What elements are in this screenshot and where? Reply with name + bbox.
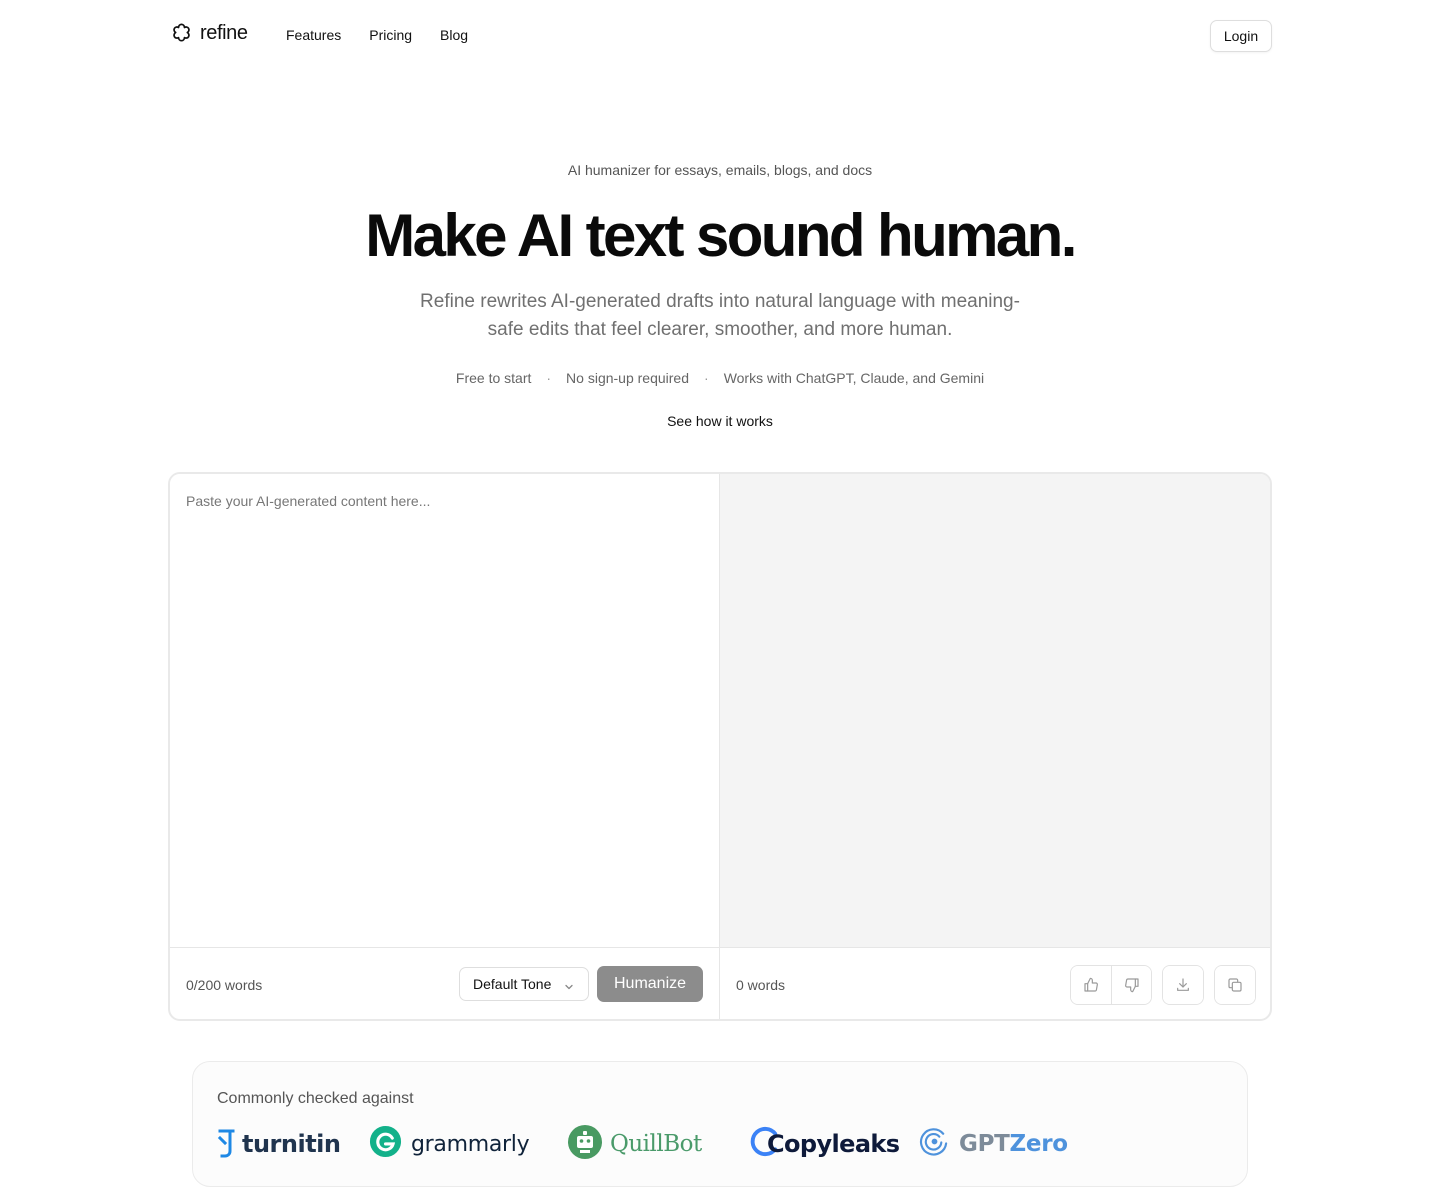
quillbot-wordmark: QuillBot [610, 1131, 702, 1157]
copyleaks-wordmark: Copyleaks [767, 1130, 900, 1158]
copy-group [1214, 965, 1256, 1005]
hero-title: Make AI text sound human. [365, 202, 1077, 269]
detector-logos: turnitin grammarly QuillBot Copyleaks GP… [217, 1124, 1217, 1165]
output-word-count: 0 words [736, 977, 786, 993]
gptzero-wordmark-gpt: GPT [959, 1131, 1010, 1157]
flower-logo-icon [170, 22, 193, 45]
bullet-free: Free to start [455, 370, 532, 386]
bullet-works-with: Works with ChatGPT, Claude, and Gemini [723, 370, 985, 386]
see-how-container: See how it works [0, 413, 1440, 429]
thumbs-down-button[interactable] [1111, 966, 1151, 1004]
copy-icon [1227, 977, 1243, 993]
bullet-separator: · [546, 370, 552, 386]
hero-eyebrow: AI humanizer for essays, emails, blogs, … [567, 162, 873, 178]
nav-link-blog[interactable]: Blog [440, 27, 468, 43]
checked-against-title: Commonly checked against [217, 1090, 414, 1107]
feedback-buttons [1070, 965, 1152, 1005]
grammarly-logo: grammarly [369, 1125, 530, 1163]
grammarly-icon [369, 1125, 402, 1163]
humanize-button[interactable]: Humanize [597, 966, 703, 1002]
input-footer: 0/200 words Default Tone Humanize [170, 947, 719, 1019]
thumbs-down-icon [1124, 977, 1140, 993]
hero-subtitle: Refine rewrites AI-generated drafts into… [420, 291, 1020, 340]
humanizer-editor: 0/200 words Default Tone Humanize 0 word… [168, 472, 1272, 1021]
logo-link[interactable]: refine [170, 22, 248, 45]
gptzero-icon [919, 1126, 950, 1162]
humanized-output [720, 474, 1270, 947]
login-button[interactable]: Login [1210, 20, 1272, 52]
see-how-it-works-link[interactable]: See how it works [667, 413, 773, 429]
grammarly-wordmark: grammarly [411, 1131, 530, 1157]
bullet-separator: · [704, 370, 709, 386]
output-pane: 0 words [720, 474, 1270, 1019]
turnitin-logo: turnitin [217, 1125, 341, 1163]
main-nav: Features Pricing Blog [286, 27, 468, 43]
download-button[interactable] [1163, 966, 1203, 1004]
output-footer: 0 words [720, 947, 1270, 1019]
ai-text-input[interactable] [170, 474, 719, 947]
turnitin-wordmark: turnitin [242, 1130, 341, 1158]
checked-against-panel: Commonly checked against turnitin gramma… [192, 1061, 1248, 1187]
input-word-count: 0/200 words [186, 977, 263, 993]
gptzero-logo: GPTZero [919, 1125, 1068, 1163]
download-group [1162, 965, 1204, 1005]
bullet-no-signup: No sign-up required [566, 370, 690, 386]
thumbs-up-button[interactable] [1071, 966, 1111, 1004]
tone-dropdown-value: Default Tone [473, 976, 552, 992]
chevron-down-icon [564, 979, 574, 990]
logo-text: refine [200, 22, 248, 44]
copyleaks-logo: Copyleaks [749, 1125, 900, 1163]
nav-link-pricing[interactable]: Pricing [369, 27, 412, 43]
thumbs-up-icon [1083, 977, 1099, 993]
site-header: refine Features Pricing Blog Login [0, 0, 1440, 72]
turnitin-icon [217, 1125, 237, 1164]
quillbot-robot-icon [567, 1124, 603, 1165]
tone-dropdown[interactable]: Default Tone [459, 967, 589, 1001]
download-icon [1175, 977, 1191, 993]
hero-bullets: Free to start · No sign-up required · Wo… [0, 370, 1440, 386]
gptzero-wordmark-zero: Zero [1009, 1131, 1069, 1157]
copy-button[interactable] [1215, 966, 1255, 1004]
nav-link-features[interactable]: Features [286, 27, 341, 43]
input-pane: 0/200 words Default Tone Humanize [170, 474, 720, 1019]
quillbot-logo: QuillBot [567, 1124, 702, 1165]
gptzero-wordmark: GPTZero [959, 1131, 1068, 1157]
